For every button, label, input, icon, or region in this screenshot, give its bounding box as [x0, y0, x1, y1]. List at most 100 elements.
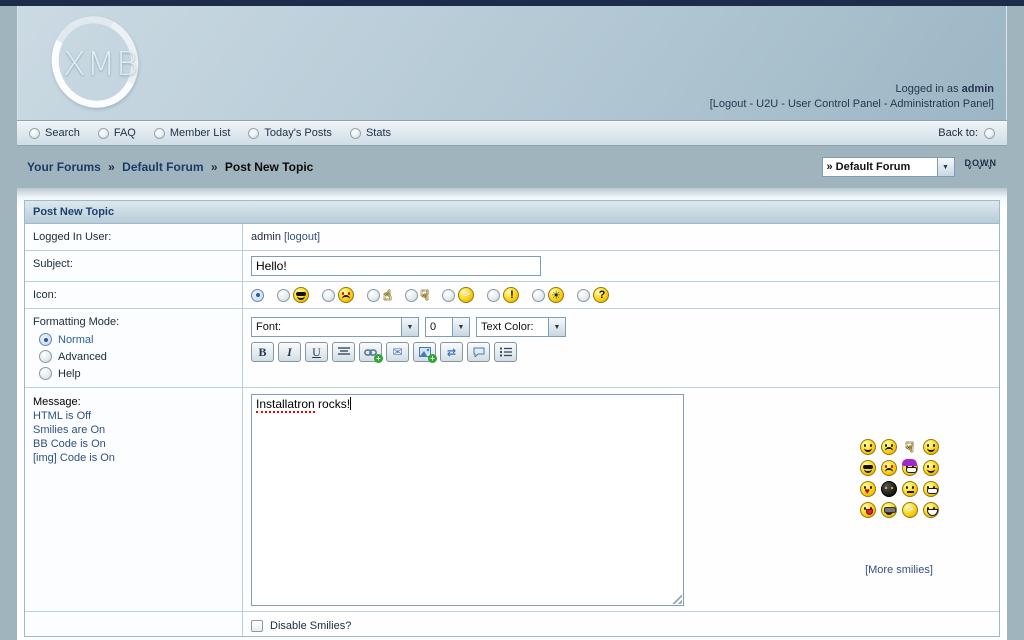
chevron-down-icon: ▼ — [937, 158, 954, 176]
row-message: Message: HTML is Off Smilies are On BB C… — [25, 388, 999, 612]
logo-text: XMB — [58, 44, 144, 83]
icon-radio-arrow[interactable] — [442, 289, 455, 302]
forum-jump-select[interactable]: » Default Forum ▼ — [822, 157, 955, 177]
logged-in-user-label: Logged In User: — [25, 224, 243, 250]
html-status[interactable]: HTML is Off — [33, 409, 234, 423]
nav-item-member-list[interactable]: Member List — [154, 127, 231, 139]
disable-smilies-checkbox[interactable] — [251, 620, 263, 632]
font-size-select[interactable]: 0 ▼ — [425, 317, 470, 337]
member-list-icon — [154, 128, 165, 139]
code-arrows-icon: ⇄ — [447, 346, 456, 359]
post-new-topic-form: Post New Topic Logged In User: admin [lo… — [24, 200, 1000, 637]
back-to-label: Back to: — [938, 127, 978, 139]
text-color-select[interactable]: Text Color: ▼ — [476, 317, 566, 337]
smilies-status[interactable]: Smilies are On — [33, 423, 234, 437]
stats-icon — [350, 128, 361, 139]
arrow-smiley-icon — [458, 287, 474, 303]
row-icon: Icon: — [25, 282, 999, 309]
more-smilies-link[interactable]: [More smilies] — [865, 564, 933, 576]
smiley-laugh-icon[interactable] — [923, 502, 939, 518]
insert-image-button[interactable]: + — [413, 342, 436, 362]
icon-label: Icon: — [25, 282, 243, 308]
insert-list-button[interactable] — [494, 342, 517, 362]
icon-radio-exclamation[interactable] — [487, 289, 500, 302]
smiley-thumbdown-icon[interactable] — [905, 439, 914, 455]
subject-input[interactable] — [251, 256, 541, 276]
italic-button[interactable]: I — [278, 342, 301, 362]
smiley-shades-icon[interactable] — [881, 502, 897, 518]
exclamation-icon — [503, 287, 519, 303]
text-caret — [350, 397, 351, 410]
icon-radio-mad[interactable] — [322, 289, 335, 302]
img-code-status[interactable]: [img] Code is On — [33, 451, 234, 465]
icon-radio-question[interactable] — [577, 289, 590, 302]
insert-link-button[interactable]: + — [359, 342, 382, 362]
smiley-wink-icon[interactable] — [923, 439, 939, 455]
list-icon — [500, 347, 512, 357]
plus-badge-icon: + — [428, 354, 437, 363]
mode-help-radio[interactable] — [39, 367, 52, 380]
nav-item-search[interactable]: Search — [29, 127, 80, 139]
chevron-down-icon: ▼ — [548, 318, 565, 336]
back-to-icon[interactable] — [984, 128, 995, 139]
bbcode-status[interactable]: BB Code is On — [33, 437, 234, 451]
message-text: rocks! — [315, 397, 350, 411]
icon-radio-none[interactable] — [251, 289, 264, 302]
nav-item-faq[interactable]: FAQ — [98, 127, 136, 139]
logout-link[interactable]: [logout] — [284, 231, 320, 243]
icon-radio-thumbup[interactable] — [367, 289, 380, 302]
smiley-arrow-icon[interactable] — [902, 502, 918, 518]
smiley-smile-icon[interactable] — [860, 439, 876, 455]
font-select[interactable]: Font: ▼ — [251, 317, 419, 337]
message-label: Message: — [33, 395, 234, 409]
nav-item-todays-posts[interactable]: Today's Posts — [248, 127, 332, 139]
icon-radio-cool[interactable] — [277, 289, 290, 302]
icon-radio-idea[interactable] — [532, 289, 545, 302]
chevron-down-icon: ▼ — [401, 318, 418, 336]
nav-item-stats[interactable]: Stats — [350, 127, 391, 139]
breadcrumb-your-forums[interactable]: Your Forums — [27, 160, 101, 174]
smiley-mad-icon[interactable] — [881, 460, 897, 476]
breadcrumb: Your Forums » Default Forum » Post New T… — [27, 160, 313, 174]
insert-code-button[interactable]: ⇄ — [440, 342, 463, 362]
misspelled-word: Installatron — [256, 397, 315, 413]
lightbulb-icon — [548, 287, 564, 303]
mode-advanced-radio[interactable] — [39, 350, 52, 363]
smiley-ninja-icon[interactable] — [881, 481, 897, 497]
smiley-pirate-icon[interactable] — [902, 460, 918, 476]
smiley-tongue-icon[interactable] — [860, 502, 876, 518]
smiley-happy-icon[interactable] — [923, 460, 939, 476]
mode-normal[interactable]: Normal — [39, 333, 234, 346]
smiley-meh-icon[interactable] — [902, 481, 918, 497]
smiley-panel: [More smilies] — [844, 394, 954, 606]
formatting-mode-label: Formatting Mode: — [33, 316, 234, 328]
account-links[interactable]: [Logout - U2U - User Control Panel - Adm… — [710, 97, 994, 112]
insert-email-button[interactable]: ✉ — [386, 342, 409, 362]
speech-bubble-icon — [473, 347, 485, 357]
jump-to-bottom-link[interactable]: DOWN ˅ ˅ ˅ — [965, 157, 998, 172]
bold-button[interactable]: B — [251, 342, 274, 362]
username: admin — [962, 83, 994, 95]
mad-smiley-icon — [338, 287, 354, 303]
message-textarea[interactable]: Installatron rocks! — [251, 394, 684, 606]
mode-normal-radio[interactable] — [39, 333, 52, 346]
breadcrumb-current: Post New Topic — [225, 160, 313, 174]
resize-grip-icon[interactable] — [670, 592, 682, 604]
mode-advanced[interactable]: Advanced — [39, 350, 234, 363]
smiley-grid — [860, 439, 939, 518]
icon-radio-thumbdown[interactable] — [405, 289, 418, 302]
smiley-love-icon[interactable] — [860, 481, 876, 497]
align-button[interactable] — [332, 342, 355, 362]
smiley-grin-icon[interactable] — [923, 481, 939, 497]
search-icon — [29, 128, 40, 139]
smiley-sad-icon[interactable] — [881, 439, 897, 455]
smiley-cool-icon[interactable] — [860, 460, 876, 476]
mode-help[interactable]: Help — [39, 367, 234, 380]
content-area: Post New Topic Logged In User: admin [lo… — [17, 188, 1007, 640]
breadcrumb-default-forum[interactable]: Default Forum — [122, 160, 203, 174]
row-disable-smilies: Disable Smilies? — [25, 612, 999, 636]
insert-quote-button[interactable] — [467, 342, 490, 362]
navbar: Search FAQ Member List Today's Posts Sta… — [17, 120, 1007, 146]
disable-smilies-label: Disable Smilies? — [270, 620, 351, 632]
underline-button[interactable]: U — [305, 342, 328, 362]
